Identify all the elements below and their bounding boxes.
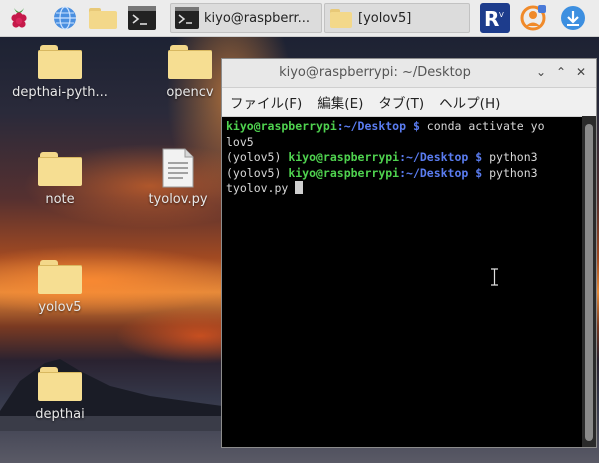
window-title: kiyo@raspberrypi: ~/Desktop <box>279 65 471 80</box>
terminal-line: tyolov.py <box>226 181 578 197</box>
menu-tabs[interactable]: タブ(T) <box>378 92 424 112</box>
terminal-launcher-icon[interactable] <box>127 3 157 33</box>
folder-icon <box>38 367 82 401</box>
terminal-titlebar[interactable]: kiyo@raspberrypi: ~/Desktop ⌄ ⌃ ✕ <box>222 59 596 88</box>
folder-icon <box>330 9 352 28</box>
task-folder[interactable]: [yolov5] <box>324 3 470 33</box>
close-icon[interactable]: ✕ <box>574 65 588 79</box>
task-folder-label: [yolov5] <box>358 10 412 26</box>
text-file-icon <box>162 148 194 188</box>
desktop-icon-label: depthai-pyth... <box>12 85 108 100</box>
svg-text:V: V <box>499 11 504 19</box>
text-cursor <box>295 181 304 194</box>
desktop-icon-label: note <box>45 192 75 207</box>
user-update-icon[interactable] <box>518 3 548 33</box>
ibeam-cursor-icon <box>491 268 498 286</box>
terminal-icon <box>175 7 199 29</box>
desktop-folder-depthai[interactable]: depthai <box>0 367 120 422</box>
taskbar: kiyo@raspberr... [yolov5] R V <box>0 0 599 37</box>
chevron-down-icon[interactable]: ⌄ <box>534 65 548 79</box>
folder-icon <box>38 45 82 79</box>
folder-icon <box>38 260 82 294</box>
desktop-folder-note[interactable]: note <box>0 152 120 207</box>
desktop-icon-label: depthai <box>35 407 85 422</box>
terminal-line: lov5 <box>226 134 254 149</box>
terminal-line: (yolov5) kiyo@raspberrypi:~/Desktop $ py… <box>226 150 538 164</box>
terminal-window[interactable]: kiyo@raspberrypi: ~/Desktop ⌄ ⌃ ✕ ファイル(F… <box>221 58 597 448</box>
terminal-menubar: ファイル(F) 編集(E) タブ(T) ヘルプ(H) <box>222 88 596 117</box>
menu-file[interactable]: ファイル(F) <box>230 92 302 112</box>
svg-text:R: R <box>484 7 499 31</box>
browser-globe-icon[interactable] <box>50 3 80 33</box>
desktop-folder-depthai-python[interactable]: depthai-pyth... <box>0 45 120 100</box>
menu-edit[interactable]: 編集(E) <box>317 92 363 112</box>
folder-icon <box>168 45 212 79</box>
terminal-scrollbar[interactable] <box>582 116 596 447</box>
folder-icon <box>38 152 82 186</box>
vnc-icon[interactable]: R V <box>480 3 510 33</box>
terminal-line: (yolov5) kiyo@raspberrypi:~/Desktop $ py… <box>226 165 538 180</box>
desktop-icon-label: tyolov.py <box>148 192 208 207</box>
desktop-folder-yolov5[interactable]: yolov5 <box>0 260 120 315</box>
chevron-up-icon[interactable]: ⌃ <box>554 65 568 79</box>
menu-help[interactable]: ヘルプ(H) <box>439 92 500 112</box>
terminal-line: kiyo@raspberrypi:~/Desktop $ conda activ… <box>226 119 545 133</box>
terminal-output[interactable]: kiyo@raspberrypi:~/Desktop $ conda activ… <box>222 116 582 447</box>
desktop-file-tyolov[interactable]: tyolov.py <box>118 148 238 207</box>
task-terminal[interactable]: kiyo@raspberr... <box>170 3 322 33</box>
raspberry-menu-icon[interactable] <box>4 3 34 33</box>
file-manager-icon[interactable] <box>88 3 118 33</box>
scrollbar-thumb[interactable] <box>585 124 593 441</box>
desktop-icon-label: yolov5 <box>38 300 82 315</box>
task-terminal-label: kiyo@raspberr... <box>204 10 311 26</box>
download-icon[interactable] <box>558 3 588 33</box>
